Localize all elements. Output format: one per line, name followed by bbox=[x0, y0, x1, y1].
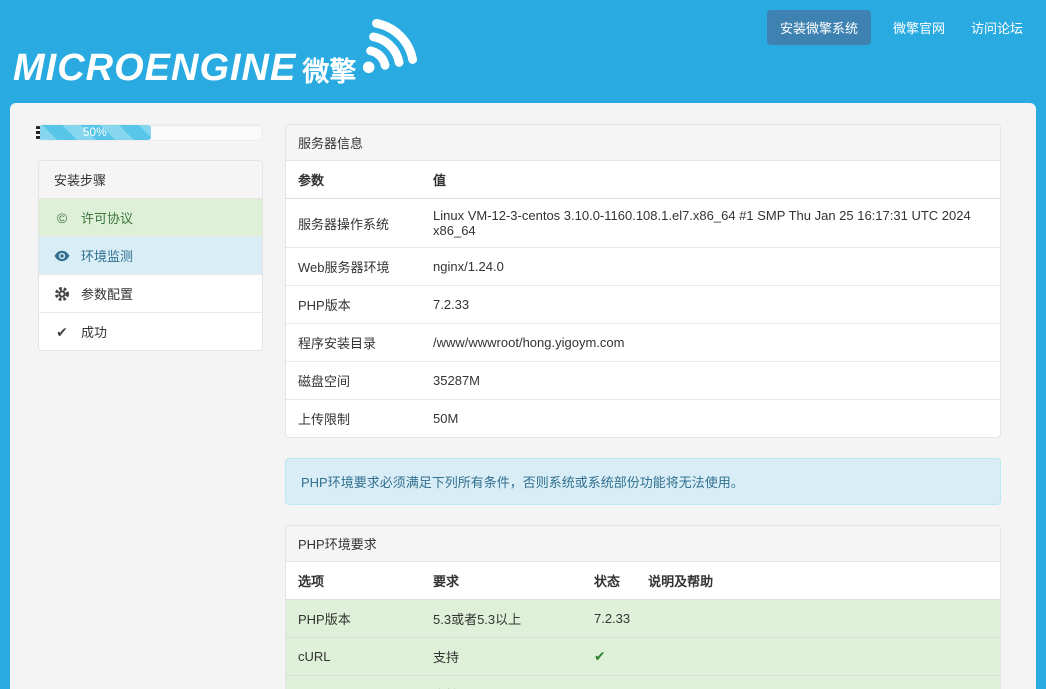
server-info-panel: 服务器信息 参数 值 服务器操作系统 Linux VM-12-3-centos … bbox=[285, 124, 1001, 438]
check-icon: ✔ bbox=[594, 648, 606, 664]
requirement-cell: 支持 bbox=[421, 676, 582, 689]
table-row: PHP版本 5.3或者5.3以上 7.2.33 bbox=[286, 600, 1000, 638]
requirement-cell: 支持 bbox=[421, 638, 582, 676]
php-requirements-panel: PHP环境要求 选项 要求 状态 说明及帮助 PHP版本 5.3或者5 bbox=[285, 525, 1001, 689]
eye-icon bbox=[54, 250, 70, 262]
value-cell: 7.2.33 bbox=[421, 286, 1000, 324]
step-label: 许可协议 bbox=[81, 208, 133, 227]
help-cell bbox=[636, 638, 1000, 676]
wifi-signal-icon bbox=[359, 16, 417, 83]
header: MICROENGINE 微擎 安装微擎系统 微擎官网 访问论坛 bbox=[0, 0, 1046, 103]
value-cell: 35287M bbox=[421, 362, 1000, 400]
requirement-cell: 5.3或者5.3以上 bbox=[421, 600, 582, 638]
nav-official-site-link[interactable]: 微擎官网 bbox=[889, 10, 949, 45]
install-steps-panel: 安装步骤 © 许可协议 环境监测 bbox=[38, 160, 263, 351]
step-license: © 许可协议 bbox=[39, 199, 262, 237]
table-row: Web服务器环境 nginx/1.24.0 bbox=[286, 248, 1000, 286]
param-cell: 服务器操作系统 bbox=[286, 199, 421, 248]
value-cell: /www/wwwroot/hong.yigoym.com bbox=[421, 324, 1000, 362]
column-header: 说明及帮助 bbox=[636, 562, 1000, 600]
table-row: 服务器操作系统 Linux VM-12-3-centos 3.10.0-1160… bbox=[286, 199, 1000, 248]
server-info-table: 参数 值 服务器操作系统 Linux VM-12-3-centos 3.10.0… bbox=[286, 161, 1000, 437]
status-cell: ✔ bbox=[582, 676, 636, 689]
table-row: 上传限制 50M bbox=[286, 400, 1000, 438]
step-label: 参数配置 bbox=[81, 284, 133, 303]
step-label: 环境监测 bbox=[81, 246, 133, 265]
option-cell: cURL bbox=[286, 638, 421, 676]
main-content: 服务器信息 参数 值 服务器操作系统 Linux VM-12-3-centos … bbox=[285, 124, 1001, 689]
install-wizard-page: MICROENGINE 微擎 安装微擎系统 微擎官网 访问论坛 50% bbox=[0, 0, 1046, 689]
logo-chinese-name: 微擎 bbox=[302, 50, 356, 89]
param-cell: 上传限制 bbox=[286, 400, 421, 438]
content-card: 50% 安装步骤 © 许可协议 环境监测 bbox=[10, 103, 1036, 689]
nav-forum-link[interactable]: 访问论坛 bbox=[967, 10, 1027, 45]
status-cell: 7.2.33 bbox=[582, 600, 636, 638]
copyright-icon: © bbox=[54, 211, 70, 225]
table-row: PDO 支持 ✔ bbox=[286, 676, 1000, 689]
table-row: 磁盘空间 35287M bbox=[286, 362, 1000, 400]
value-cell: nginx/1.24.0 bbox=[421, 248, 1000, 286]
check-icon: ✔ bbox=[54, 325, 70, 339]
progress-fill: 50% bbox=[39, 125, 151, 140]
sidebar: 50% 安装步骤 © 许可协议 环境监测 bbox=[38, 124, 263, 689]
step-parameters: 参数配置 bbox=[39, 275, 262, 313]
logo-wordmark: MICROENGINE bbox=[13, 42, 296, 95]
param-cell: Web服务器环境 bbox=[286, 248, 421, 286]
step-environment-check: 环境监测 bbox=[39, 237, 262, 275]
status-cell: ✔ bbox=[582, 638, 636, 676]
steps-panel-title: 安装步骤 bbox=[39, 161, 262, 199]
column-header: 参数 bbox=[286, 161, 421, 199]
help-cell bbox=[636, 600, 1000, 638]
php-requirements-title: PHP环境要求 bbox=[286, 526, 1000, 562]
param-cell: 程序安装目录 bbox=[286, 324, 421, 362]
column-header: 选项 bbox=[286, 562, 421, 600]
progress-left-mark bbox=[36, 126, 40, 139]
value-cell: 50M bbox=[421, 400, 1000, 438]
column-header: 状态 bbox=[582, 562, 636, 600]
column-header: 值 bbox=[421, 161, 1000, 199]
php-requirements-table: 选项 要求 状态 说明及帮助 PHP版本 5.3或者5.3以上 7.2.33 bbox=[286, 562, 1000, 689]
step-success: ✔ 成功 bbox=[39, 313, 262, 350]
gear-icon bbox=[54, 286, 70, 302]
column-header: 要求 bbox=[421, 562, 582, 600]
param-cell: 磁盘空间 bbox=[286, 362, 421, 400]
step-label: 成功 bbox=[81, 322, 107, 341]
table-row: cURL 支持 ✔ bbox=[286, 638, 1000, 676]
server-info-title: 服务器信息 bbox=[286, 125, 1000, 161]
nav-install-system-button[interactable]: 安装微擎系统 bbox=[767, 10, 871, 45]
table-row: 程序安装目录 /www/wwwroot/hong.yigoym.com bbox=[286, 324, 1000, 362]
top-nav: 安装微擎系统 微擎官网 访问论坛 bbox=[767, 10, 1027, 45]
php-requirements-alert: PHP环境要求必须满足下列所有条件，否则系统或系统部份功能将无法使用。 bbox=[285, 458, 1001, 505]
install-progress-bar: 50% bbox=[38, 124, 263, 141]
option-cell: PDO bbox=[286, 676, 421, 689]
table-row: PHP版本 7.2.33 bbox=[286, 286, 1000, 324]
option-cell: PHP版本 bbox=[286, 600, 421, 638]
param-cell: PHP版本 bbox=[286, 286, 421, 324]
help-cell bbox=[636, 676, 1000, 689]
value-cell: Linux VM-12-3-centos 3.10.0-1160.108.1.e… bbox=[421, 199, 1000, 248]
